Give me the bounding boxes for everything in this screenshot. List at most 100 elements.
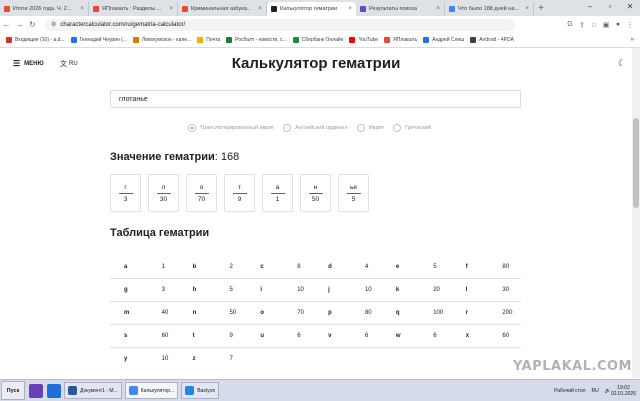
table-letter: v <box>314 324 351 348</box>
page-title: Калькулятор гематрии <box>231 55 401 72</box>
site-info-icon[interactable]: ⚙ <box>51 21 56 28</box>
bookmark-item[interactable]: Геннадий Чеурин (... <box>70 37 127 43</box>
bookmark-item[interactable]: Росбалт - новости, с... <box>226 37 287 43</box>
radio-button-icon[interactable] <box>393 124 402 132</box>
browser-tab[interactable]: Калькулятор гематрии × <box>267 2 356 16</box>
browser-tab[interactable]: Итоги 2026 года. Ч. 2... × <box>0 2 89 16</box>
url-text: charactercalculator.com/ru/gematria-calc… <box>60 21 186 28</box>
bookmark-item[interactable]: Андрей Слиш <box>423 37 464 43</box>
table-value: 2 <box>215 256 247 279</box>
table-letter: o <box>246 301 284 325</box>
browser-menu-icon[interactable]: ⋮ <box>624 21 636 29</box>
tab-title: ЯПлакалъ : Разделы ... <box>102 6 162 12</box>
google-lens-icon[interactable]: G <box>564 21 576 29</box>
browser-tab[interactable]: Криминальная азбука... × <box>178 2 267 16</box>
tab-close-icon[interactable]: × <box>525 6 529 12</box>
scrollbar-thumb[interactable] <box>633 118 639 208</box>
letter-cell: т9 <box>224 174 255 212</box>
bookmark-item[interactable]: Левокумское - кале... <box>132 37 192 43</box>
table-value: 40 <box>147 301 179 325</box>
gematria-value-label: Значение гематрии <box>110 151 215 163</box>
extensions-icon[interactable]: ▣ <box>600 21 612 29</box>
forward-button[interactable]: → <box>13 20 26 29</box>
desktop-label[interactable]: Рабочий стол <box>554 388 585 394</box>
tab-favicon-icon <box>449 6 455 12</box>
bookmark-label: YouTube <box>358 37 379 43</box>
tab-close-icon[interactable]: × <box>80 6 84 12</box>
taskbar-app[interactable]: Bastyon <box>181 382 220 399</box>
taskbar-app-icon <box>185 386 195 395</box>
address-bar[interactable]: ⚙ charactercalculator.com/ru/gematria-ca… <box>45 18 515 31</box>
table-letter: h <box>178 278 216 302</box>
browser-toolbar: ← → ↻ ⚙ charactercalculator.com/ru/gemat… <box>0 16 640 33</box>
profile-icon[interactable]: ● <box>612 21 624 29</box>
maximize-button[interactable]: ▫ <box>600 0 620 14</box>
bookmark-favicon-icon <box>197 37 204 43</box>
bookmark-star-icon[interactable]: ☆ <box>588 21 600 29</box>
start-button[interactable]: Пуск <box>1 381 25 400</box>
table-value: 80 <box>350 301 382 325</box>
keyboard-layout[interactable]: RU <box>592 388 599 394</box>
telegram-icon[interactable] <box>47 383 61 398</box>
taskbar-app[interactable]: Документ1 - М... <box>64 382 122 399</box>
radio-button-icon[interactable] <box>356 124 365 132</box>
word-input[interactable]: глотанье <box>110 90 521 108</box>
clock[interactable]: 19:02 02.01.2026 <box>611 385 636 397</box>
tab-close-icon[interactable]: × <box>258 6 262 12</box>
browser-tab[interactable]: Результаты поиска × <box>356 2 445 16</box>
bookmark-item[interactable]: ЯПлакалъ <box>384 37 417 43</box>
dark-mode-icon[interactable]: ☾ <box>618 58 626 69</box>
tab-close-icon[interactable]: × <box>436 6 440 12</box>
new-tab-button[interactable]: + <box>534 2 548 16</box>
share-icon[interactable]: ⇪ <box>576 21 588 29</box>
bookmark-item[interactable]: Почта <box>197 37 220 43</box>
table-letter: x <box>451 324 489 348</box>
table-value: 60 <box>488 324 521 348</box>
table-value: 9 <box>215 324 247 348</box>
radio-button-icon[interactable] <box>283 124 292 132</box>
letter-value: 50 <box>311 195 320 203</box>
cipher-option[interactable]: Английский ординал <box>283 124 348 132</box>
media-player-icon[interactable] <box>29 383 43 398</box>
cipher-option[interactable]: Иврит <box>356 124 384 132</box>
bookmark-item[interactable]: Сбербанк Онлайн <box>292 37 343 43</box>
bookmark-item[interactable]: Входящие (10) - a.d... <box>6 37 65 43</box>
table-letter: d <box>314 256 351 279</box>
bookmark-item[interactable]: YouTube <box>349 37 378 43</box>
table-letter: f <box>451 256 489 279</box>
letter-char: н <box>308 184 323 194</box>
bookmark-label: Левокумское - кале... <box>141 37 192 43</box>
table-value: 8 <box>283 256 315 279</box>
tab-title: Калькулятор гематрии <box>280 6 338 12</box>
letter-breakdown: г 3 л 30 о 70 т 9 а 1 н 50 ье 5 <box>110 174 376 212</box>
minimize-button[interactable]: – <box>580 0 600 14</box>
bookmark-favicon-icon <box>6 37 12 43</box>
back-button[interactable]: ← <box>0 20 13 29</box>
table-value: 50 <box>215 301 247 325</box>
scrollbar[interactable] <box>632 48 640 378</box>
table-value: 10 <box>161 356 169 362</box>
browser-tab[interactable]: Что было 188 дней на... × <box>445 2 534 16</box>
letter-value: 9 <box>237 195 242 203</box>
cipher-option[interactable]: Греческий <box>393 124 431 132</box>
bookmark-item[interactable]: Android - 4PDA <box>470 37 514 43</box>
taskbar-app[interactable]: Калькулятор... <box>124 382 179 399</box>
close-window-button[interactable]: ✕ <box>620 0 640 14</box>
radio-button-icon[interactable] <box>188 124 196 132</box>
bookmarks-overflow-icon[interactable]: » <box>631 37 634 43</box>
table-letter: r <box>451 301 489 325</box>
letter-char: а <box>270 184 285 194</box>
taskbar-app-icon <box>68 386 77 395</box>
taskbar-app-label: Bastyon <box>197 387 216 394</box>
cipher-option-label: Английский ординал <box>295 125 348 131</box>
table-letter: j <box>314 278 351 302</box>
tab-close-icon[interactable]: × <box>169 6 173 12</box>
reload-button[interactable]: ↻ <box>26 20 39 29</box>
cipher-option-label: Транслитерированный иврит <box>200 125 275 131</box>
cipher-option[interactable]: Транслитерированный иврит <box>188 124 274 132</box>
tab-favicon-icon <box>4 6 10 12</box>
tab-title: Криминальная азбука... <box>191 6 252 12</box>
tab-strip: Итоги 2026 года. Ч. 2... × ЯПлакалъ : Разд… <box>0 0 640 16</box>
tab-close-icon[interactable]: × <box>348 6 352 12</box>
browser-tab[interactable]: ЯПлакалъ : Разделы ... × <box>89 2 178 16</box>
